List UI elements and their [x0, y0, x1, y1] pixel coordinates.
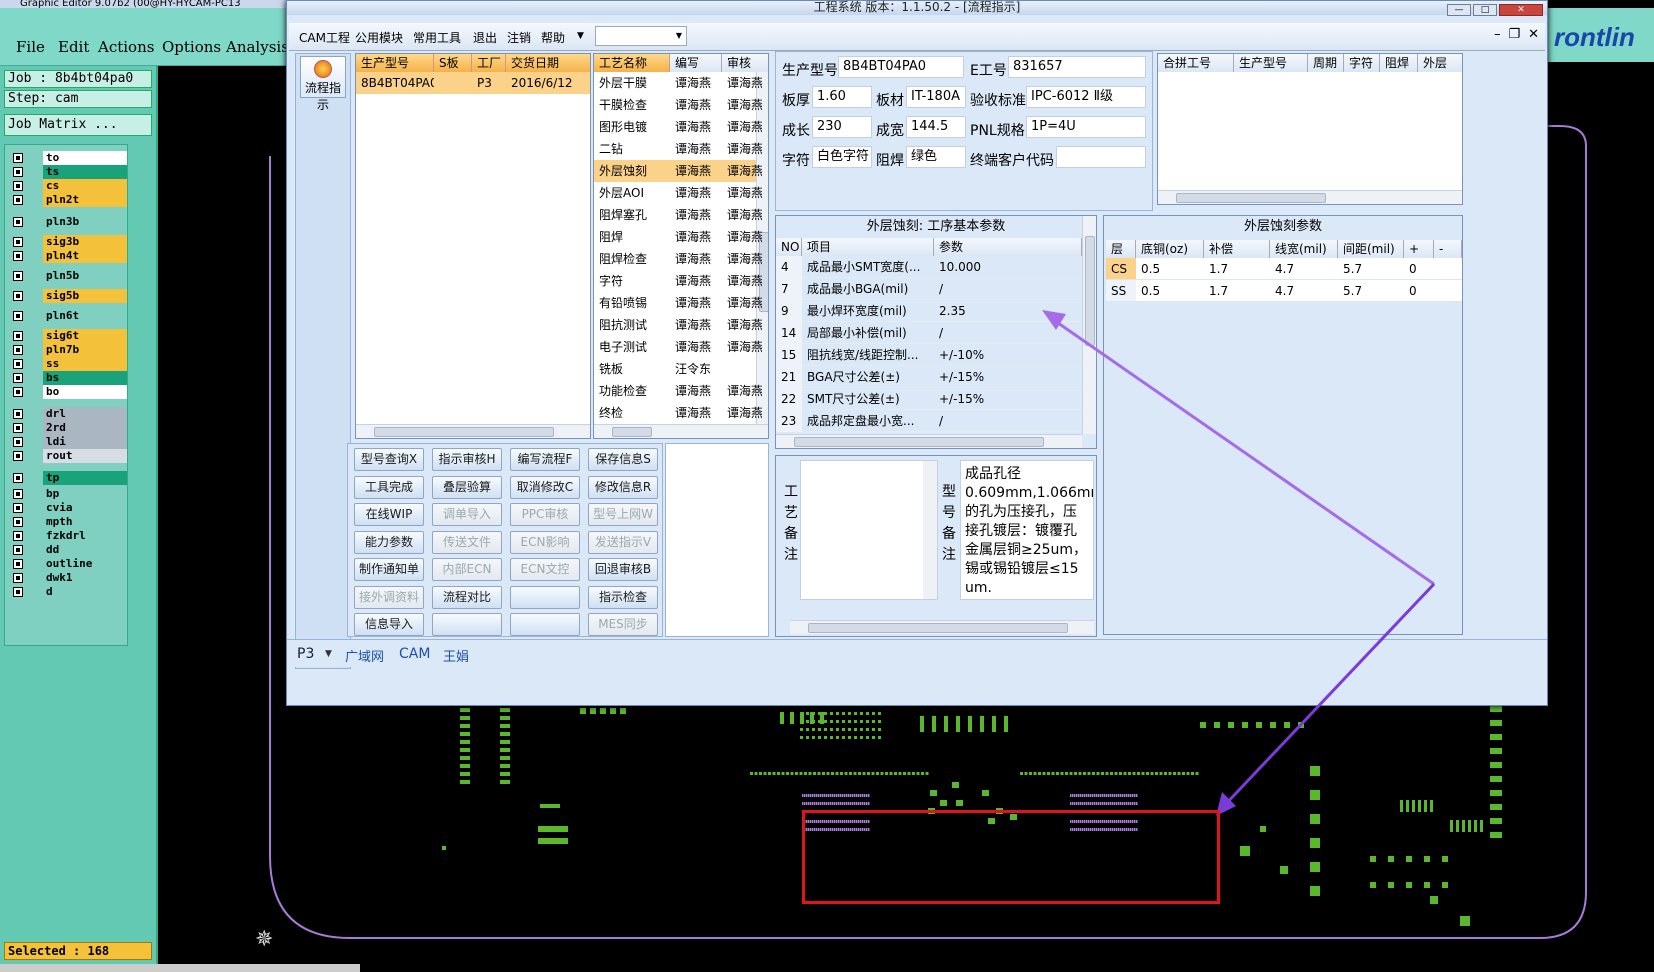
annotation-arrow	[1220, 582, 1436, 810]
annotation-arrow	[1047, 314, 1435, 586]
highlight-box	[802, 810, 1220, 904]
